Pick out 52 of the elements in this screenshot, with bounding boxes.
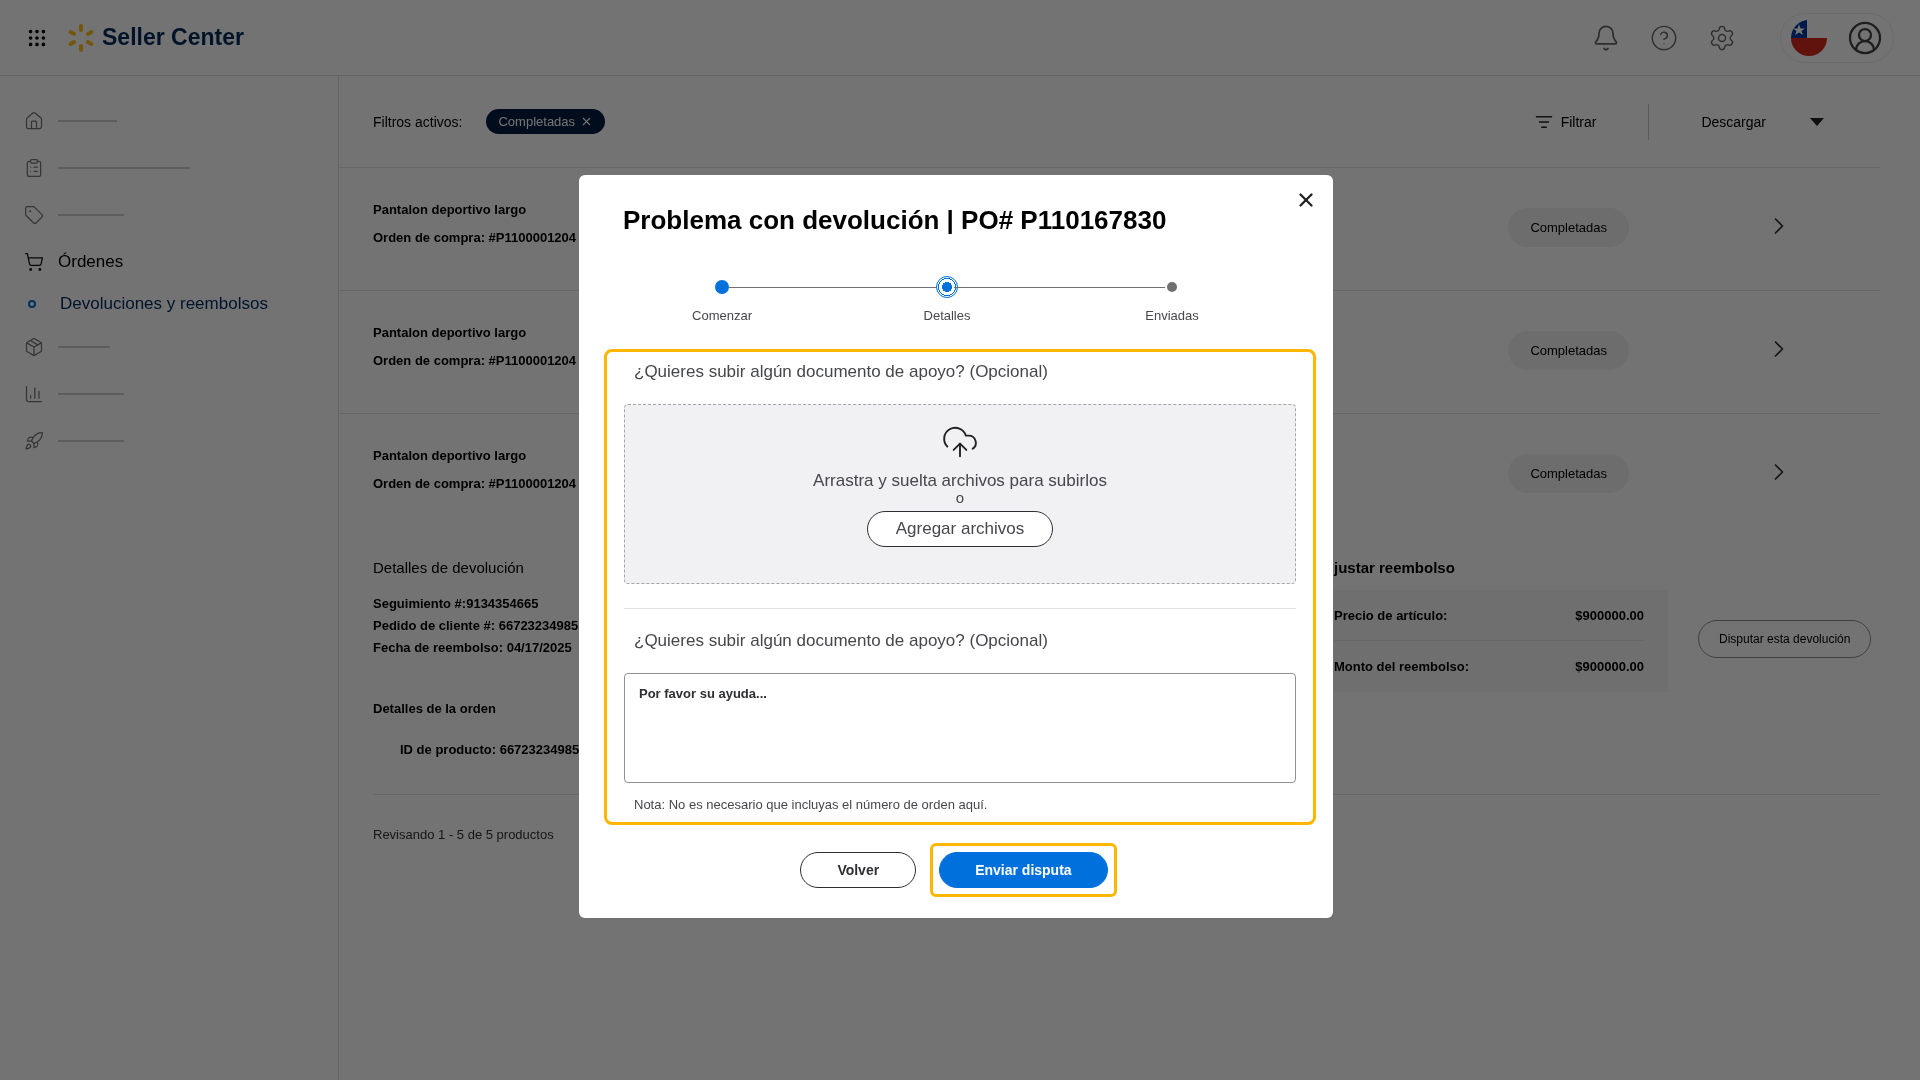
- purchase-order: Orden de compra: #P1100001204: [373, 230, 578, 245]
- spark-logo-icon: [66, 22, 96, 53]
- section-title: Detalles de devolución: [373, 559, 525, 576]
- status-badge: Completadas: [1508, 208, 1629, 247]
- account-icon[interactable]: [1847, 19, 1883, 56]
- help-icon[interactable]: [1650, 23, 1678, 52]
- note-text: Nota: No es necesario que incluyas el número de orden aquí.: [634, 797, 989, 812]
- product-id: ID de producto: 66723234985: [400, 742, 579, 757]
- add-files-button[interactable]: Agregar archivos: [867, 511, 1053, 547]
- filters-label: Filtros activos:: [373, 113, 463, 130]
- section-subtitle: Detalles de la orden: [373, 701, 497, 716]
- drop-zone[interactable]: Arrastra y suelta archivos para subirlos o Agregar archivos: [624, 404, 1296, 584]
- caret-icon: [1810, 117, 1824, 126]
- status-badge: Completadas: [1508, 454, 1629, 493]
- sidebar-item[interactable]: Órdenes: [58, 251, 124, 272]
- section-title: justar reembolso: [1334, 559, 1456, 576]
- step-label: Comenzar: [692, 308, 752, 323]
- step-label: Enviadas: [1145, 308, 1199, 323]
- product-name: Pantalon deportivo largo: [373, 448, 528, 463]
- or-text: o: [955, 491, 965, 505]
- filter-chip[interactable]: Completadas: [486, 109, 606, 134]
- comment-question: ¿Quieres subir algún documento de apoyo? (Opcional): [634, 631, 1049, 651]
- refund-amount: $900000.00: [1575, 659, 1644, 674]
- notifications-icon[interactable]: [1592, 23, 1620, 52]
- drop-hint: Arrastra y suelta archivos para subirlos: [813, 471, 1107, 491]
- cart-icon: [24, 251, 44, 272]
- purchase-order: Orden de compra: #P1100001204: [373, 353, 578, 368]
- product-name: Pantalon deportivo largo: [373, 325, 528, 340]
- sidebar-subitem[interactable]: Devoluciones y reembolsos: [60, 294, 268, 314]
- dispute-button[interactable]: Disputar esta devolución: [1698, 620, 1872, 658]
- brand-name: Seller Center: [102, 24, 244, 51]
- step-label: Detalles: [923, 308, 971, 323]
- upload-question: ¿Quieres subir algún documento de apoyo? (Opcional): [634, 362, 1049, 382]
- comment-field[interactable]: Por favor su ayuda...: [624, 673, 1296, 783]
- submit-button[interactable]: Enviar disputa: [939, 852, 1108, 888]
- pagination-text: Revisando 1 - 5 de 5 productos: [373, 827, 554, 842]
- refund-amount: $900000.00: [1575, 607, 1644, 623]
- settings-icon[interactable]: [1708, 23, 1736, 52]
- product-name: Pantalon deportivo largo: [373, 202, 528, 217]
- detail-line: Seguimiento #:9134354665: [373, 596, 540, 611]
- back-button[interactable]: Volver: [800, 852, 917, 888]
- status-badge: Completadas: [1508, 331, 1629, 370]
- download-dropdown[interactable]: Descargar: [1695, 112, 1830, 131]
- refund-label: Precio de artículo:: [1334, 607, 1448, 623]
- bullet-icon: [28, 300, 36, 308]
- refund-label: Monto del reembolso:: [1334, 659, 1470, 674]
- detail-line: Fecha de reembolso: 04/17/2025: [373, 640, 573, 655]
- dialog-title: Problema con devolución | PO# P110167830: [623, 205, 1168, 236]
- detail-line: Pedido de cliente #: 66723234985: [373, 618, 579, 633]
- chile-flag-icon: [1791, 19, 1827, 56]
- purchase-order: Orden de compra: #P1100001204: [373, 476, 578, 491]
- filter-button[interactable]: Filtrar: [1528, 111, 1603, 132]
